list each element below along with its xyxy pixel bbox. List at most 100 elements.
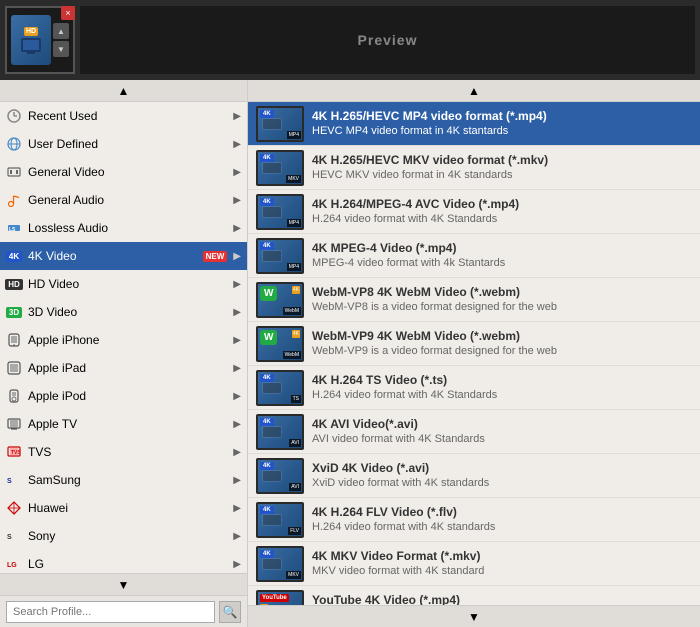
format-title: 4K MPEG-4 Video (*.mp4): [312, 241, 692, 257]
format-item-4k-mkv[interactable]: 4K MKV 4K MKV Video Format (*.mkv)MKV vi…: [248, 542, 700, 586]
arrow-down-button[interactable]: ▼: [53, 41, 69, 57]
sidebar-item-huawei[interactable]: Huawei▶: [0, 494, 247, 522]
arrow-icon: ▶: [233, 531, 241, 542]
hd-icon: HD: [6, 276, 22, 292]
format-thumbnail: 4K FLV: [256, 502, 304, 538]
sidebar-item-label: User Defined: [28, 137, 227, 151]
hd-badge: HD: [24, 27, 38, 36]
format-title: 4K H.264/MPEG-4 AVC Video (*.mp4): [312, 197, 692, 213]
music-icon: [6, 192, 22, 208]
sidebar-item-label: Recent Used: [28, 109, 227, 123]
right-scroll-up[interactable]: ▲: [248, 80, 700, 102]
format-thumb-inner: 4K MP4: [258, 240, 302, 272]
arrow-icon: ▶: [233, 139, 241, 150]
main-content: ▲ Recent Used ▶ User Defined ▶ General Video…: [0, 80, 700, 627]
sidebar-item-label: Apple iPhone: [28, 333, 227, 347]
arrow-icon: ▶: [233, 195, 241, 206]
arrow-icon: ▶: [233, 335, 241, 346]
4k-icon: 4K: [6, 248, 22, 264]
sidebar-item-samsung[interactable]: SSamSung▶: [0, 466, 247, 494]
format-item-4k-h264-avc-mp4[interactable]: 4K MP4 4K H.264/MPEG-4 AVC Video (*.mp4)…: [248, 190, 700, 234]
format-item-webm-vp8[interactable]: W WebM 4K WebM-VP8 4K WebM Video (*.webm…: [248, 278, 700, 322]
format-text: YouTube 4K Video (*.mp4)H.264 4K Video p…: [312, 593, 692, 605]
sidebar-item-hd-video[interactable]: HDHD Video▶: [0, 270, 247, 298]
sidebar-item-apple-ipad[interactable]: Apple iPad▶: [0, 354, 247, 382]
sidebar-item-lg[interactable]: LGLG▶: [0, 550, 247, 573]
sidebar-item-general-video[interactable]: General Video▶: [0, 158, 247, 186]
left-scroll-up[interactable]: ▲: [0, 80, 247, 102]
format-item-4k-h265-mp4[interactable]: 4K MP4 4K H.265/HEVC MP4 video format (*…: [248, 102, 700, 146]
format-title: YouTube 4K Video (*.mp4): [312, 593, 692, 605]
format-text: 4K AVI Video(*.avi)AVI video format with…: [312, 417, 692, 447]
format-desc: WebM-VP8 is a video format designed for …: [312, 300, 692, 314]
format-thumb-inner: W WebM 4K: [258, 284, 302, 316]
3d-icon: 3D: [6, 304, 22, 320]
lossless-icon: LS: [6, 220, 22, 236]
sidebar-item-label: 3D Video: [28, 305, 227, 319]
format-item-4k-mpeg4-mp4[interactable]: 4K MP4 4K MPEG-4 Video (*.mp4)MPEG-4 vid…: [248, 234, 700, 278]
lg-icon: LG: [6, 556, 22, 572]
format-title: 4K H.264 FLV Video (*.flv): [312, 505, 692, 521]
format-thumb-inner: 4K AVI: [258, 416, 302, 448]
new-badge: NEW: [203, 251, 228, 262]
format-thumbnail: 4K MKV: [256, 546, 304, 582]
sidebar-item-label: LG: [28, 557, 227, 571]
format-item-4k-avi[interactable]: 4K AVI 4K AVI Video(*.avi)AVI video form…: [248, 410, 700, 454]
format-title: 4K H.264 TS Video (*.ts): [312, 373, 692, 389]
format-thumb-inner: 4K MKV: [258, 548, 302, 580]
format-item-xvid-4k[interactable]: 4K AVI XviD 4K Video (*.avi)XviD video f…: [248, 454, 700, 498]
left-scroll-down[interactable]: ▼: [0, 573, 247, 595]
right-list: 4K MP4 4K H.265/HEVC MP4 video format (*…: [248, 102, 700, 605]
format-thumb-inner: 4K MKV: [258, 152, 302, 184]
sidebar-item-label: Apple iPod: [28, 389, 227, 403]
sidebar-item-apple-ipod[interactable]: Apple iPod▶: [0, 382, 247, 410]
format-title: WebM-VP9 4K WebM Video (*.webm): [312, 329, 692, 345]
arrow-up-button[interactable]: ▲: [53, 23, 69, 39]
format-desc: H.264 video format with 4K Standards: [312, 388, 692, 402]
svg-text:TVS: TVS: [11, 450, 21, 456]
sidebar-item-lossless-audio[interactable]: LSLossless Audio▶: [0, 214, 247, 242]
close-button[interactable]: ×: [61, 6, 75, 20]
format-thumb-inner: 4K FLV: [258, 504, 302, 536]
format-text: 4K H.264 TS Video (*.ts)H.264 video form…: [312, 373, 692, 403]
sidebar-item-3d-video[interactable]: 3D3D Video▶: [0, 298, 247, 326]
arrow-icon: ▶: [233, 279, 241, 290]
sidebar-item-apple-iphone[interactable]: Apple iPhone ▶: [0, 326, 247, 354]
format-desc: AVI video format with 4K Standards: [312, 432, 692, 446]
format-desc: HEVC MP4 video format in 4K stantards: [312, 124, 692, 138]
format-thumbnail: 4K AVI: [256, 414, 304, 450]
format-item-youtube-4k[interactable]: YouTube MP4 4K YouTube 4K Video (*.mp4)H…: [248, 586, 700, 605]
format-thumb-inner: 4K AVI: [258, 460, 302, 492]
svg-text:LS: LS: [9, 227, 16, 233]
format-thumbnail: 4K MKV: [256, 150, 304, 186]
sidebar-item-label: General Video: [28, 165, 227, 179]
sidebar-item-label: SamSung: [28, 473, 227, 487]
right-scroll-down[interactable]: ▼: [248, 605, 700, 627]
sidebar-item-user-defined[interactable]: User Defined ▶: [0, 130, 247, 158]
arrow-icon: ▶: [233, 111, 241, 122]
sidebar-item-recent-used[interactable]: Recent Used ▶: [0, 102, 247, 130]
sidebar-item-tvs[interactable]: TVSTVS▶: [0, 438, 247, 466]
format-title: WebM-VP8 4K WebM Video (*.webm): [312, 285, 692, 301]
thumbnail-arrows: ▲ ▼: [53, 23, 69, 57]
sidebar-item-apple-tv[interactable]: Apple TV▶: [0, 410, 247, 438]
format-text: 4K H.264/MPEG-4 AVC Video (*.mp4)H.264 v…: [312, 197, 692, 227]
format-text: 4K H.264 FLV Video (*.flv)H.264 video fo…: [312, 505, 692, 535]
format-thumb-inner: 4K MP4: [258, 196, 302, 228]
sidebar-item-label: Apple TV: [28, 417, 227, 431]
sidebar-item-sony[interactable]: SSony▶: [0, 522, 247, 550]
search-button[interactable]: 🔍: [219, 601, 241, 623]
arrow-icon: ▶: [233, 503, 241, 514]
format-item-4k-h264-flv[interactable]: 4K FLV 4K H.264 FLV Video (*.flv)H.264 v…: [248, 498, 700, 542]
format-item-4k-h265-mkv[interactable]: 4K MKV 4K H.265/HEVC MKV video format (*…: [248, 146, 700, 190]
sidebar-item-label: Sony: [28, 529, 227, 543]
format-item-webm-vp9[interactable]: W WebM 4K WebM-VP9 4K WebM Video (*.webm…: [248, 322, 700, 366]
format-text: 4K H.265/HEVC MKV video format (*.mkv)HE…: [312, 153, 692, 183]
format-title: 4K AVI Video(*.avi): [312, 417, 692, 433]
format-item-4k-h264-ts[interactable]: 4K TS 4K H.264 TS Video (*.ts)H.264 vide…: [248, 366, 700, 410]
sidebar-item-general-audio[interactable]: General Audio▶: [0, 186, 247, 214]
sidebar-item-4k-video[interactable]: 4K4K VideoNEW▶: [0, 242, 247, 270]
scroll-up-icon: ▲: [118, 84, 130, 98]
search-input[interactable]: [6, 601, 215, 623]
format-thumbnail: 4K AVI: [256, 458, 304, 494]
